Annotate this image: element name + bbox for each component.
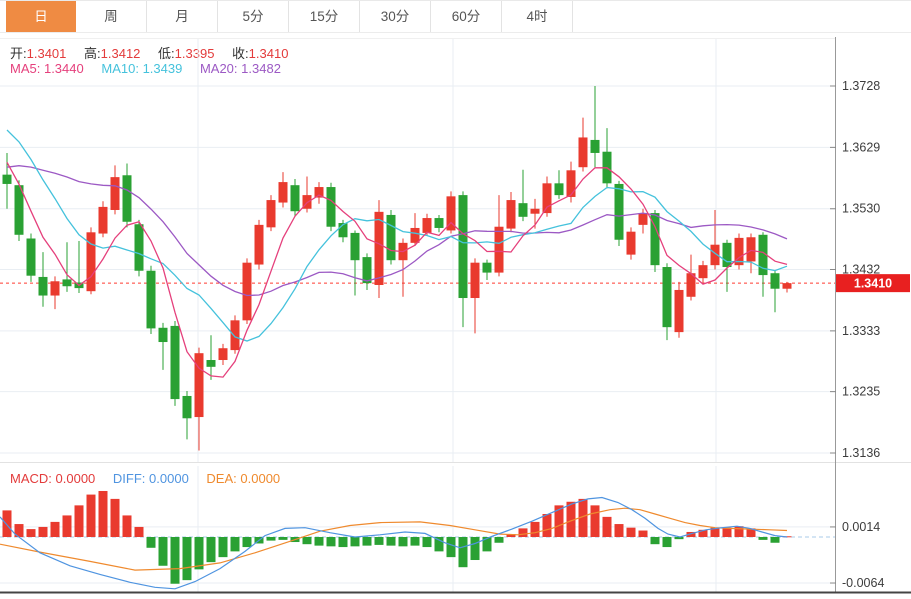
tab-month[interactable]: 月 <box>147 1 218 32</box>
tab-4hour[interactable]: 4时 <box>502 1 573 32</box>
price-tick-label: 1.3530 <box>842 202 880 216</box>
tab-5min[interactable]: 5分 <box>218 1 289 32</box>
macd-tick-label: -0.0064 <box>842 576 884 590</box>
current-price-badge-text: 1.3410 <box>854 277 892 291</box>
price-tick-label: 1.3136 <box>842 446 880 460</box>
price-tick-label: 1.3728 <box>842 79 880 93</box>
tab-15min[interactable]: 15分 <box>289 1 360 32</box>
macd-tick-label: 0.0014 <box>842 520 880 534</box>
price-tick-label: 1.3629 <box>842 140 880 154</box>
tab-day[interactable]: 日 <box>6 1 76 32</box>
tab-60min[interactable]: 60分 <box>431 1 502 32</box>
kline-chart-app: 日周月5分15分30分60分4时 开:1.3401 高:1.3412 低:1.3… <box>0 0 911 599</box>
chart-canvas[interactable]: 1.37281.36291.35301.34321.33331.32351.31… <box>0 34 911 599</box>
tab-week[interactable]: 周 <box>76 1 147 32</box>
price-tick-label: 1.3235 <box>842 385 880 399</box>
price-tick-label: 1.3333 <box>842 324 880 338</box>
period-tabbar: 日周月5分15分30分60分4时 <box>0 0 911 33</box>
tab-30min[interactable]: 30分 <box>360 1 431 32</box>
